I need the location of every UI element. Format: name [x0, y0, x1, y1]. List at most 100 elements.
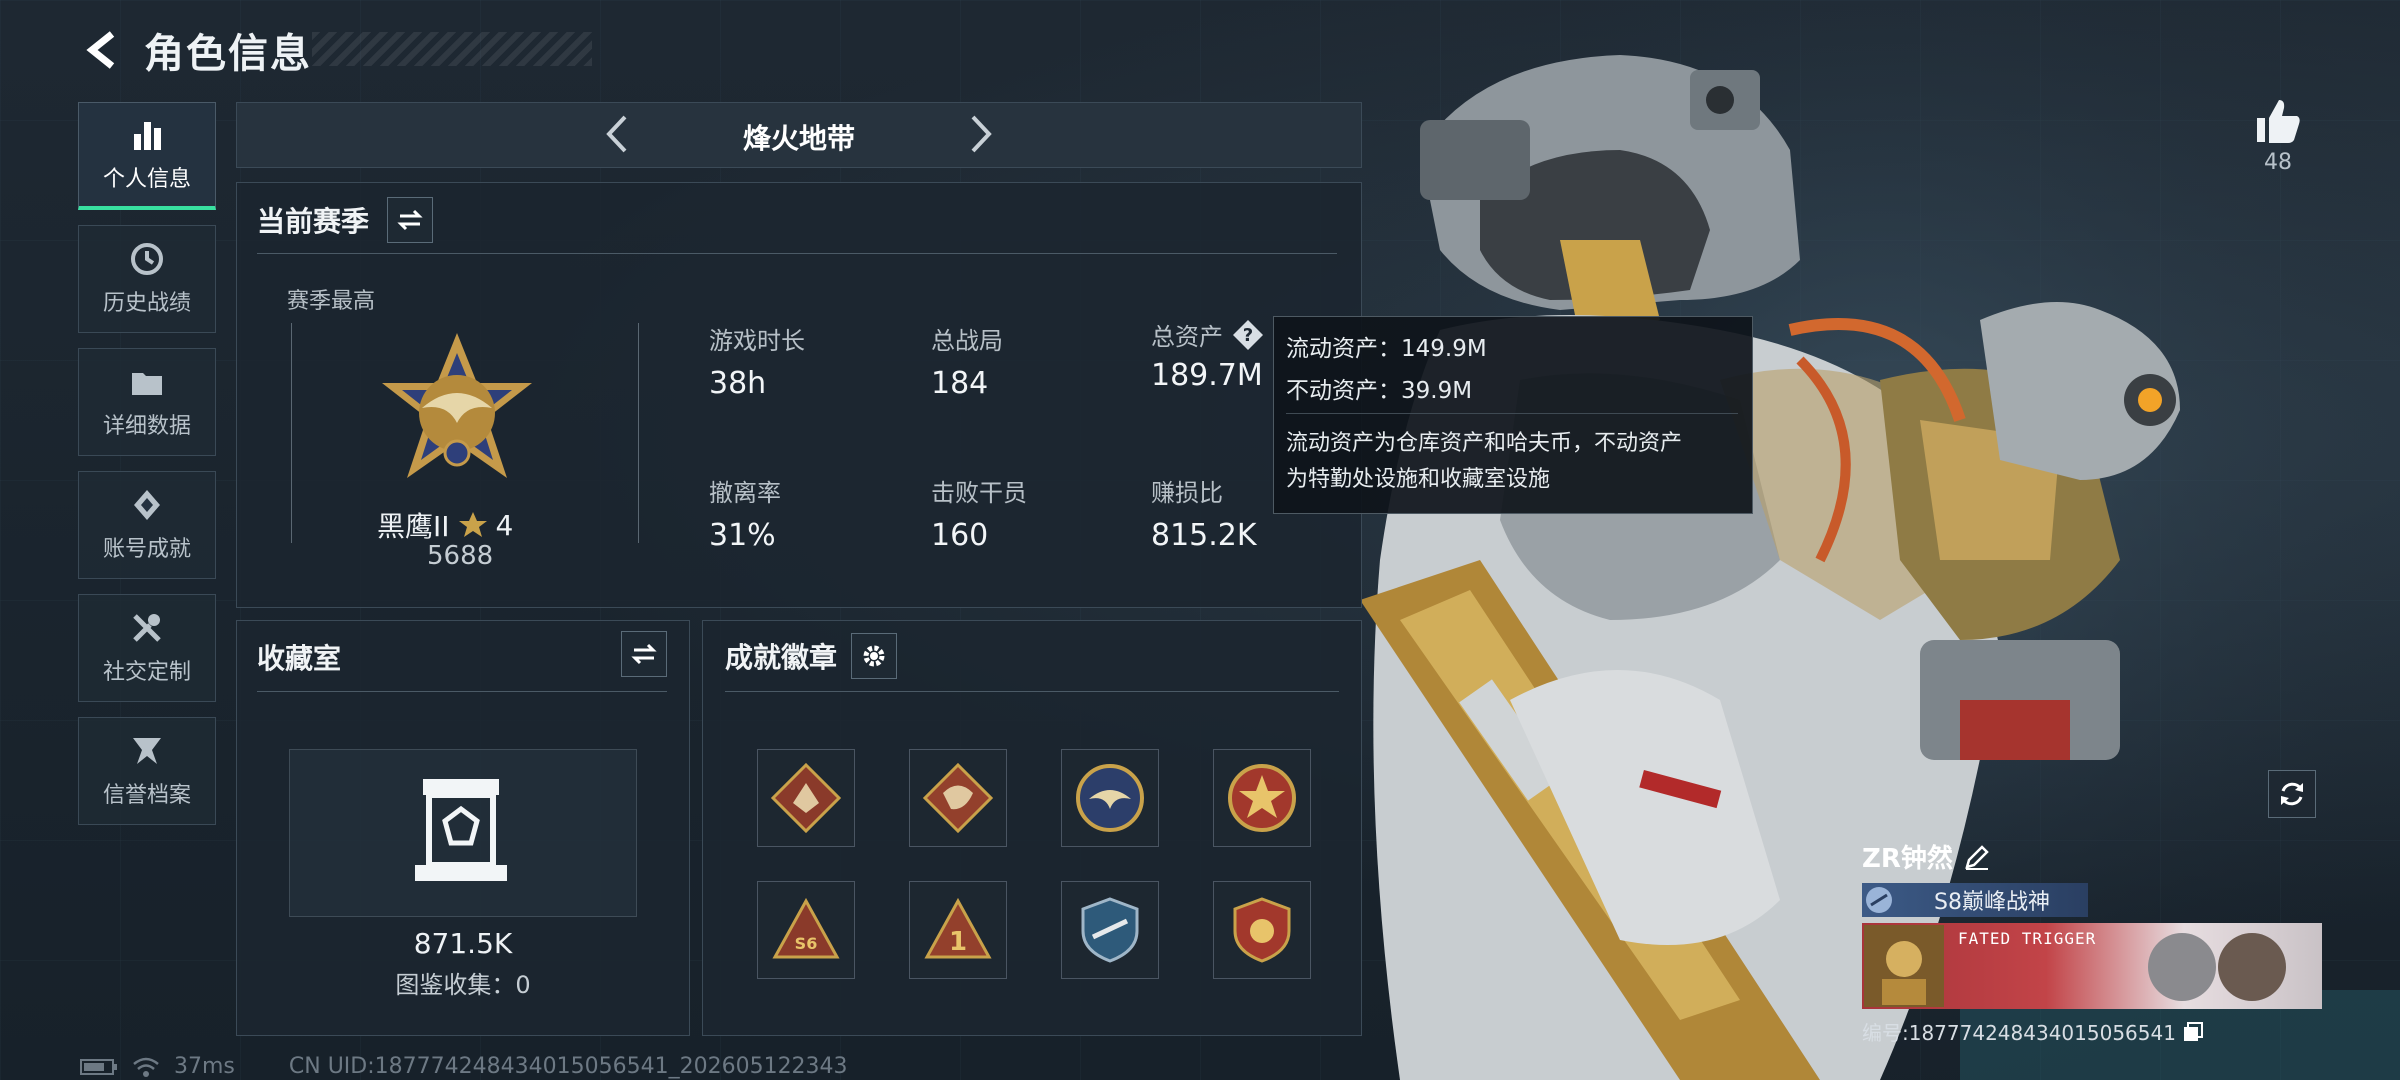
sidebar-item-label: 信誉档案 — [102, 783, 191, 808]
season-title: 当前赛季 — [257, 205, 370, 238]
collection-panel: 收藏室 871.5K 图鉴收集：0 — [236, 620, 690, 1036]
player-banner[interactable]: FATED TRIGGER — [1862, 923, 2322, 1009]
next-mode-button[interactable] — [959, 113, 1001, 155]
stat-value: 31% — [709, 518, 776, 553]
achievement-icon — [129, 487, 165, 523]
sidebar-item-personal-info[interactable]: 个人信息 — [78, 102, 216, 210]
collection-title: 收藏室 — [257, 642, 342, 675]
page-header: 角色信息 — [82, 22, 592, 78]
sidebar-item-label: 个人信息 — [102, 166, 191, 192]
achievements-settings-button[interactable] — [851, 633, 898, 679]
tooltip-desc-line2: 为特勤处设施和收藏室设施 — [1286, 467, 1551, 492]
stat-total-assets: 总资产 ? 189.7M — [1151, 317, 1265, 393]
credit-icon — [129, 733, 165, 769]
help-icon[interactable]: ? — [1231, 318, 1265, 352]
player-id: 编号:187774248434015056541 — [1862, 1021, 2176, 1045]
star-icon — [458, 512, 487, 537]
back-button[interactable] — [82, 28, 126, 72]
bar-chart-icon — [129, 117, 165, 153]
rank-stars: 4 — [495, 508, 514, 542]
rank-name-row: 黑鹰II 4 — [377, 505, 513, 545]
copy-icon[interactable] — [2182, 1021, 2204, 1043]
sidebar-item-detail-data[interactable]: 详细数据 — [78, 348, 216, 456]
edit-name-icon[interactable] — [1963, 843, 1991, 871]
stat-label: 击败干员 — [931, 479, 1027, 507]
tooltip-desc-line1: 流动资产为仓库资产和哈夫币，不动资产 — [1286, 431, 1683, 456]
star-medal-badge[interactable] — [1213, 749, 1311, 847]
player-name: ZR钟然 — [1862, 844, 1953, 874]
stat-value: 815.2K — [1151, 518, 1257, 553]
sidebar-item-label: 历史战绩 — [102, 291, 191, 316]
season-best-label: 赛季最高 — [287, 289, 376, 314]
sidebar-item-social-custom[interactable]: 社交定制 — [78, 594, 216, 702]
tooltip-fixed-assets: 不动资产：39.9M — [1286, 378, 1473, 404]
swap-icon — [631, 643, 657, 665]
rank-name: 黑鹰II — [377, 510, 450, 543]
stat-extraction-rate: 撤离率 31% — [709, 473, 781, 553]
ping-value: 37ms — [174, 1054, 235, 1079]
sidebar-item-label: 详细数据 — [102, 414, 191, 439]
swap-icon — [397, 209, 423, 231]
stat-kills: 击败干员 160 — [931, 473, 1027, 553]
banner-characters — [2148, 933, 2286, 1001]
mode-selector: 烽火地带 — [236, 102, 1362, 168]
stat-label: 游戏时长 — [709, 327, 805, 355]
folder-icon — [129, 364, 165, 400]
status-footer: 37ms CN UID:187774248434015056541_202605… — [80, 1054, 848, 1079]
season-title-badge: S8巅峰战神 — [1862, 883, 2088, 917]
history-icon — [129, 241, 165, 277]
stat-play-time: 游戏时长 38h — [709, 321, 805, 401]
achievements-title: 成就徽章 — [725, 641, 838, 674]
battery-icon — [80, 1058, 117, 1075]
svg-text:?: ? — [1243, 325, 1253, 346]
season-title-text: S8巅峰战神 — [1934, 890, 2050, 915]
sidebar-item-label: 社交定制 — [102, 660, 191, 685]
back-arrow-icon — [86, 31, 115, 69]
stat-label: 总战局 — [931, 327, 1003, 355]
dragon-badge[interactable] — [909, 749, 1007, 847]
page-title: 角色信息 — [144, 31, 312, 77]
sidebar-item-credit-record[interactable]: 信誉档案 — [78, 717, 216, 825]
svg-text:1: 1 — [949, 927, 967, 957]
achievements-panel: 成就徽章 S6 1 — [702, 620, 1362, 1036]
tooltip-liquid-assets: 流动资产：149.9M — [1286, 336, 1487, 362]
sidebar-item-achievements[interactable]: 账号成就 — [78, 471, 216, 579]
wifi-icon — [133, 1057, 159, 1077]
banner-text: FATED TRIGGER — [1958, 929, 2097, 948]
banner-avatar — [1864, 925, 1944, 1007]
number-one-badge[interactable]: 1 — [909, 881, 1007, 979]
season-badge-icon — [1866, 887, 1892, 913]
stat-value: 160 — [931, 518, 989, 553]
stat-value: 189.7M — [1151, 358, 1263, 393]
like-count: 48 — [2264, 150, 2292, 175]
s6-triangle-badge[interactable]: S6 — [757, 881, 855, 979]
season-switch-button[interactable] — [387, 197, 434, 243]
stat-value: 38h — [709, 366, 767, 401]
rank-score: 5688 — [427, 541, 494, 571]
season-panel: 当前赛季 赛季最高 黑鹰II 4 5688 游戏时长 38h 总战局 184 总… — [236, 182, 1362, 608]
refresh-icon — [2281, 782, 2303, 806]
mode-name: 烽火地带 — [742, 122, 855, 155]
svg-text:S6: S6 — [795, 934, 818, 953]
collection-switch-button[interactable] — [621, 631, 667, 677]
refresh-button[interactable] — [2268, 770, 2316, 818]
rank-emblem-icon — [382, 333, 532, 478]
title-decoration — [312, 32, 592, 66]
sidebar-item-label: 账号成就 — [102, 537, 191, 562]
shield-wings-badge[interactable] — [1061, 881, 1159, 979]
sidebar-item-history[interactable]: 历史战绩 — [78, 225, 216, 333]
collection-value: 871.5K — [413, 927, 513, 960]
like-button[interactable]: 48 — [2248, 96, 2308, 175]
stat-label: 撤离率 — [709, 479, 781, 507]
player-card: ZR钟然 S8巅峰战神 FATED TRIGGER 编号:18777424843… — [1862, 838, 2322, 1046]
stat-value: 184 — [931, 366, 989, 401]
sidebar: 个人信息 历史战绩 详细数据 账号成就 社交定制 信誉档案 — [78, 102, 216, 840]
stat-label: 赚损比 — [1151, 479, 1223, 507]
stat-total-matches: 总战局 184 — [931, 321, 1003, 401]
wolf-badge[interactable] — [757, 749, 855, 847]
stat-profit-ratio: 赚损比 815.2K — [1151, 473, 1257, 553]
stat-label: 总资产 — [1151, 323, 1223, 351]
crest-badge[interactable] — [1213, 881, 1311, 979]
tools-icon — [129, 610, 165, 646]
eagle-badge[interactable] — [1061, 749, 1159, 847]
